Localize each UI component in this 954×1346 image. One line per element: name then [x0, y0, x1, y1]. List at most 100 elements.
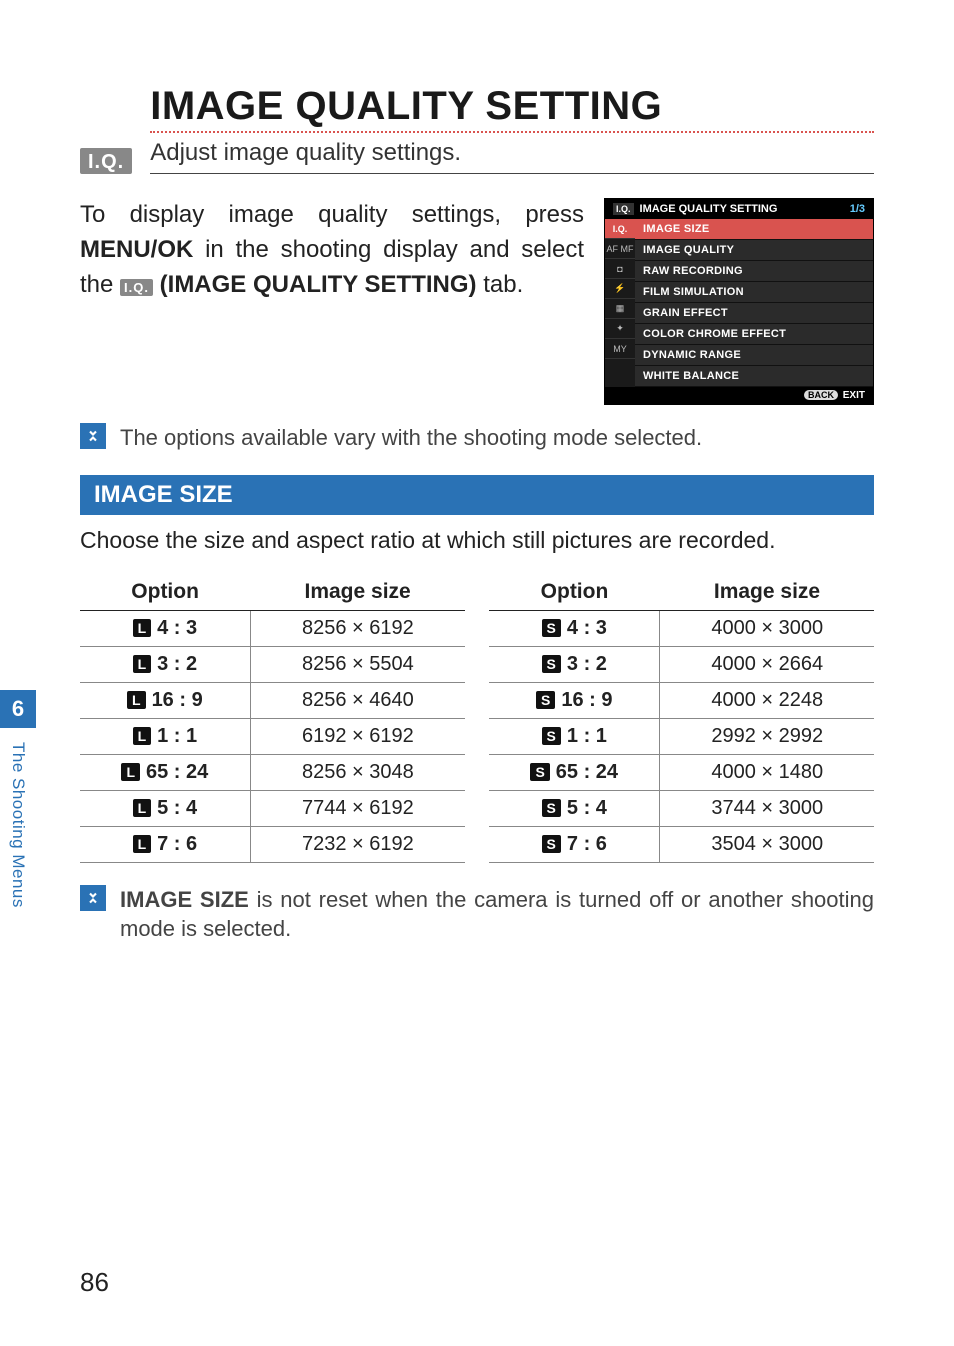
- size-badge-icon: S: [542, 799, 561, 818]
- iq-badge-icon: I.Q.: [80, 148, 132, 174]
- size-badge-icon: L: [133, 835, 152, 854]
- menu-sim-item: DYNAMIC RANGE: [635, 345, 873, 366]
- intro-text-3: tab.: [477, 271, 524, 298]
- page-number: 86: [80, 1267, 109, 1298]
- size-badge-icon: L: [121, 763, 140, 782]
- aspect-ratio-label: 4 : 3: [157, 617, 197, 639]
- side-tab-label: The Shooting Menus: [8, 742, 28, 908]
- note-1-text: The options available vary with the shoo…: [120, 423, 702, 453]
- menu-sim-page: 1/3: [850, 203, 865, 215]
- option-cell: S 16 : 9: [489, 682, 660, 718]
- menu-sim-tab: ⚡: [605, 279, 635, 299]
- intro-text-1: To display image quality settings, press: [80, 201, 584, 228]
- page-heading: I.Q. IMAGE QUALITY SETTING Adjust image …: [80, 84, 874, 174]
- aspect-ratio-label: 1 : 1: [157, 725, 197, 747]
- option-cell: S3 : 2: [489, 646, 660, 682]
- aspect-ratio-label: 65 : 24: [556, 761, 618, 783]
- menu-sim-item: WHITE BALANCE: [635, 366, 873, 387]
- menu-sim-header-badge: I.Q.: [613, 203, 634, 215]
- iq-inline-icon: I.Q.: [120, 279, 153, 296]
- image-size-cell: 7744 × 6192: [250, 790, 465, 826]
- menu-sim-item: RAW RECORDING: [635, 261, 873, 282]
- image-size-cell: 2992 × 2992: [660, 718, 874, 754]
- size-badge-icon: L: [133, 799, 152, 818]
- size-badge-icon: S: [542, 727, 561, 746]
- option-cell: L 7 : 6: [80, 826, 250, 862]
- section-description: Choose the size and aspect ratio at whic…: [80, 527, 874, 554]
- image-size-cell: 4000 × 2664: [660, 646, 874, 682]
- menu-sim-tab: ◘: [605, 259, 635, 279]
- menu-sim-item: COLOR CHROME EFFECT: [635, 324, 873, 345]
- option-cell: S 5 : 4: [489, 790, 660, 826]
- image-size-cell: 6192 × 6192: [250, 718, 465, 754]
- image-size-cell: 8256 × 4640: [250, 682, 465, 718]
- th-option: Option: [489, 574, 660, 611]
- table-row: S 5 : 4 3744 × 3000: [489, 790, 874, 826]
- menu-sim-tabs: I.Q.AF MF◘⚡▦✦MY: [605, 219, 635, 387]
- th-size: Image size: [660, 574, 874, 611]
- table-row: L7 : 67232 × 6192: [80, 826, 465, 862]
- intro-paragraph: To display image quality settings, press…: [80, 198, 584, 302]
- page-subtitle: Adjust image quality settings.: [150, 139, 874, 167]
- note-2-text: IMAGE SIZE is not reset when the camera …: [120, 885, 874, 944]
- aspect-ratio-label: 16 : 9: [561, 689, 612, 711]
- menu-sim-list: IMAGE SIZEIMAGE QUALITYRAW RECORDINGFILM…: [635, 219, 873, 387]
- table-row: L65 : 248256 × 3048: [80, 754, 465, 790]
- size-badge-icon: S: [536, 691, 555, 710]
- image-size-cell: 3744 × 3000: [660, 790, 874, 826]
- aspect-ratio-label: 3 : 2: [567, 653, 607, 675]
- menu-screenshot: I.Q. IMAGE QUALITY SETTING 1/3 I.Q.AF MF…: [604, 198, 874, 405]
- chapter-number: 6: [0, 690, 36, 728]
- option-cell: L65 : 24: [80, 754, 250, 790]
- image-size-cell: 8256 × 5504: [250, 646, 465, 682]
- heading-rule: [150, 173, 874, 174]
- option-cell: L 1 : 1: [80, 718, 250, 754]
- note-2-bold: IMAGE SIZE: [120, 887, 249, 912]
- menu-sim-item: FILM SIMULATION: [635, 282, 873, 303]
- option-cell: L 16 : 9: [80, 682, 250, 718]
- image-size-cell: 3504 × 3000: [660, 826, 874, 862]
- table-row: S 16 : 9 4000 × 2248: [489, 682, 874, 718]
- aspect-ratio-label: 1 : 1: [567, 725, 607, 747]
- menu-sim-item: IMAGE QUALITY: [635, 240, 873, 261]
- aspect-ratio-label: 7 : 6: [157, 833, 197, 855]
- option-cell: S7 : 6: [489, 826, 660, 862]
- menu-sim-exit-label: EXIT: [843, 390, 865, 401]
- table-row: L3 : 28256 × 5504: [80, 646, 465, 682]
- size-badge-icon: S: [542, 619, 561, 638]
- menu-sim-footer: BACK EXIT: [605, 387, 873, 404]
- table-row: S3 : 24000 × 2664: [489, 646, 874, 682]
- size-badge-icon: L: [133, 727, 152, 746]
- image-size-cell: 4000 × 1480: [660, 754, 874, 790]
- menu-sim-tab: ✦: [605, 319, 635, 339]
- table-row: S7 : 63504 × 3000: [489, 826, 874, 862]
- th-size: Image size: [250, 574, 465, 611]
- option-cell: S4 : 3: [489, 610, 660, 646]
- size-badge-icon: S: [542, 835, 561, 854]
- section-bar-image-size: IMAGE SIZE: [80, 475, 874, 515]
- menu-ok-label: MENU/OK: [80, 236, 193, 263]
- image-size-table-left: Option Image size L4 : 38256 × 6192L3 : …: [80, 574, 465, 863]
- intro-setting-label: (IMAGE QUALITY SETTING): [153, 271, 477, 298]
- image-size-table-right: Option Image size S4 : 34000 × 3000S3 : …: [489, 574, 874, 863]
- option-cell: S65 : 24: [489, 754, 660, 790]
- image-size-cell: 4000 × 2248: [660, 682, 874, 718]
- option-cell: L 5 : 4: [80, 790, 250, 826]
- page-title: IMAGE QUALITY SETTING: [150, 84, 874, 133]
- table-row: S65 : 244000 × 1480: [489, 754, 874, 790]
- menu-sim-tab: I.Q.: [605, 219, 635, 239]
- table-row: L 1 : 1 6192 × 6192: [80, 718, 465, 754]
- size-badge-icon: L: [127, 691, 146, 710]
- menu-sim-title: IMAGE QUALITY SETTING: [640, 203, 778, 215]
- aspect-ratio-label: 5 : 4: [157, 797, 197, 819]
- option-cell: L3 : 2: [80, 646, 250, 682]
- aspect-ratio-label: 16 : 9: [152, 689, 203, 711]
- aspect-ratio-label: 5 : 4: [567, 797, 607, 819]
- th-option: Option: [80, 574, 250, 611]
- table-row: L4 : 38256 × 6192: [80, 610, 465, 646]
- option-cell: L 4 : 3: [80, 610, 250, 646]
- menu-sim-item: IMAGE SIZE: [635, 219, 873, 240]
- menu-sim-item: GRAIN EFFECT: [635, 303, 873, 324]
- size-badge-icon: L: [133, 619, 152, 638]
- image-size-cell: 4000 × 3000: [660, 610, 874, 646]
